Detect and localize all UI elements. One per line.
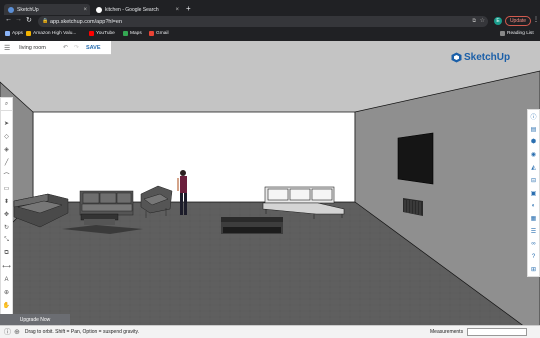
components-icon[interactable]: ⬢ [528, 136, 539, 149]
back-arrow-icon[interactable]: ← [5, 16, 12, 23]
coffee-table-small[interactable] [80, 213, 119, 225]
tv[interactable] [397, 132, 434, 185]
outliner-icon[interactable]: ☰ [528, 225, 539, 238]
materials-icon[interactable]: ◉ [528, 148, 539, 161]
bookmark-youtube[interactable]: YouTube [89, 31, 115, 36]
bookmark-label: YouTube [96, 31, 115, 36]
bookmark-gmail[interactable]: Gmail [149, 31, 169, 36]
eraser-icon[interactable]: ◇ [1, 130, 12, 143]
scenes-icon[interactable]: ▣ [528, 187, 539, 200]
undo-icon[interactable]: ↶ [63, 44, 68, 51]
sketchup-logo: SketchUp [451, 52, 510, 63]
help-icon[interactable]: ? [528, 251, 539, 264]
profile-avatar[interactable]: E [494, 17, 502, 25]
display-icon[interactable]: ▦ [528, 212, 539, 225]
bookmark-label: Gmail [156, 31, 169, 36]
scale-icon[interactable]: ⤡ [1, 234, 12, 247]
3d-viewport[interactable] [0, 41, 540, 338]
offset-icon[interactable]: ⧉ [1, 247, 12, 260]
extensions-icon[interactable]: ⊞ [528, 264, 539, 277]
instructor-icon[interactable]: ▤ [528, 123, 539, 136]
tab-title: SketchUp [17, 6, 39, 13]
sketchup-logo-icon [451, 52, 462, 63]
entity-info-icon[interactable]: ⓘ [528, 110, 539, 123]
search-icon[interactable]: ⌕ [1, 98, 12, 111]
center-sofa[interactable] [79, 190, 134, 216]
bookmark-apps[interactable]: Apps [5, 31, 23, 36]
maps-icon [123, 31, 128, 36]
shadows-icon[interactable]: ◐ [528, 200, 539, 213]
amazon-icon [26, 31, 31, 36]
bookmark-star-icon[interactable]: ☆ [480, 17, 485, 24]
bookmark-maps[interactable]: Maps [123, 31, 142, 36]
right-panel-toolbar: ⓘ ▤ ⬢ ◉ ◭ ⊟ ▣ ◐ ▦ ☰ ∞? ⊞ [527, 109, 540, 278]
tab-sketchup[interactable]: SketchUp × [4, 4, 90, 15]
pan-icon[interactable]: ✋ [1, 299, 12, 312]
reload-icon[interactable]: ↻ [26, 16, 32, 24]
model-name[interactable]: living room [19, 45, 46, 51]
bookmark-label: Amazon High Valu... [33, 31, 77, 36]
reading-list-icon [500, 31, 505, 36]
tab-google-search[interactable]: kitchen - Google Search × [92, 4, 182, 15]
solid-inspector-icon[interactable]: ∞ [528, 238, 539, 251]
measurements-label: Measurements [430, 329, 464, 335]
upgrade-now-button[interactable]: Upgrade Now [0, 314, 70, 325]
brand-name: SketchUp [464, 52, 511, 63]
close-tab-icon[interactable]: × [83, 7, 87, 13]
google-favicon-icon [96, 6, 102, 13]
extension-icon[interactable]: ⧉ [472, 18, 476, 24]
tape-measure-icon[interactable]: ⟷ [1, 260, 12, 273]
sketchup-app: ☰ living room ↶ ↷ SAVE SketchUp ⌕ ➤ ◇ ◈ ╱ ⌒ ▭ ⬍… [0, 41, 540, 338]
gmail-icon [149, 31, 154, 36]
url-text: app.sketchup.com/app?hl=en [50, 18, 123, 25]
model-toolbar: ☰ living room ↶ ↷ SAVE [0, 41, 111, 55]
address-bar[interactable]: 🔒 app.sketchup.com/app?hl=en ⧉ ☆ [38, 16, 488, 27]
browser-chrome: SketchUp × kitchen - Google Search × + ←… [0, 0, 540, 41]
text-icon[interactable]: A [1, 273, 12, 286]
bookmark-label: Apps [12, 31, 23, 36]
styles-icon[interactable]: ◭ [528, 161, 539, 174]
update-button[interactable]: Update [505, 16, 531, 26]
youtube-icon [89, 31, 94, 36]
sketchup-favicon-icon [8, 6, 14, 13]
hamburger-menu-icon[interactable]: ☰ [4, 44, 10, 52]
orbit-icon[interactable]: ⊕ [1, 286, 12, 299]
rectangle-icon[interactable]: ▭ [1, 182, 12, 195]
arc-icon[interactable]: ⌒ [1, 169, 12, 182]
reading-list[interactable]: Reading List [500, 31, 534, 36]
measurements-input[interactable] [467, 328, 527, 336]
status-bar: ⓘ ⊕ Drag to orbit. Shift = Pan, Option =… [0, 325, 540, 338]
close-tab-icon[interactable]: × [175, 7, 179, 13]
push-pull-icon[interactable]: ⬍ [1, 195, 12, 208]
select-arrow-icon[interactable]: ➤ [1, 117, 12, 130]
new-tab-button[interactable]: + [186, 4, 191, 13]
coffee-table[interactable] [221, 217, 283, 234]
bookmark-label: Maps [130, 31, 142, 36]
rotate-icon[interactable]: ↻ [1, 221, 12, 234]
move-icon[interactable]: ✥ [1, 208, 12, 221]
menu-kebab-icon[interactable]: ⋮ [533, 16, 539, 23]
redo-icon[interactable]: ↷ [74, 44, 79, 51]
tags-icon[interactable]: ⊟ [528, 174, 539, 187]
paint-bucket-icon[interactable]: ◈ [1, 143, 12, 156]
apps-grid-icon [5, 31, 10, 36]
save-button[interactable]: SAVE [86, 45, 101, 51]
line-icon[interactable]: ╱ [1, 156, 12, 169]
globe-icon[interactable]: ⊕ [14, 328, 20, 336]
info-icon[interactable]: ⓘ [4, 327, 11, 337]
tab-title: kitchen - Google Search [105, 6, 159, 13]
lock-icon: 🔒 [42, 18, 49, 24]
bookmark-amazon[interactable]: Amazon High Valu... [26, 31, 76, 36]
forward-arrow-icon[interactable]: → [15, 16, 22, 23]
status-text: Drag to orbit. Shift = Pan, Option = sus… [24, 329, 140, 335]
left-toolbar: ⌕➤◇◈╱⌒▭⬍✥↻⤡⧉⟷A⊕✋⛹ [0, 97, 13, 326]
reading-list-label: Reading List [507, 31, 534, 36]
